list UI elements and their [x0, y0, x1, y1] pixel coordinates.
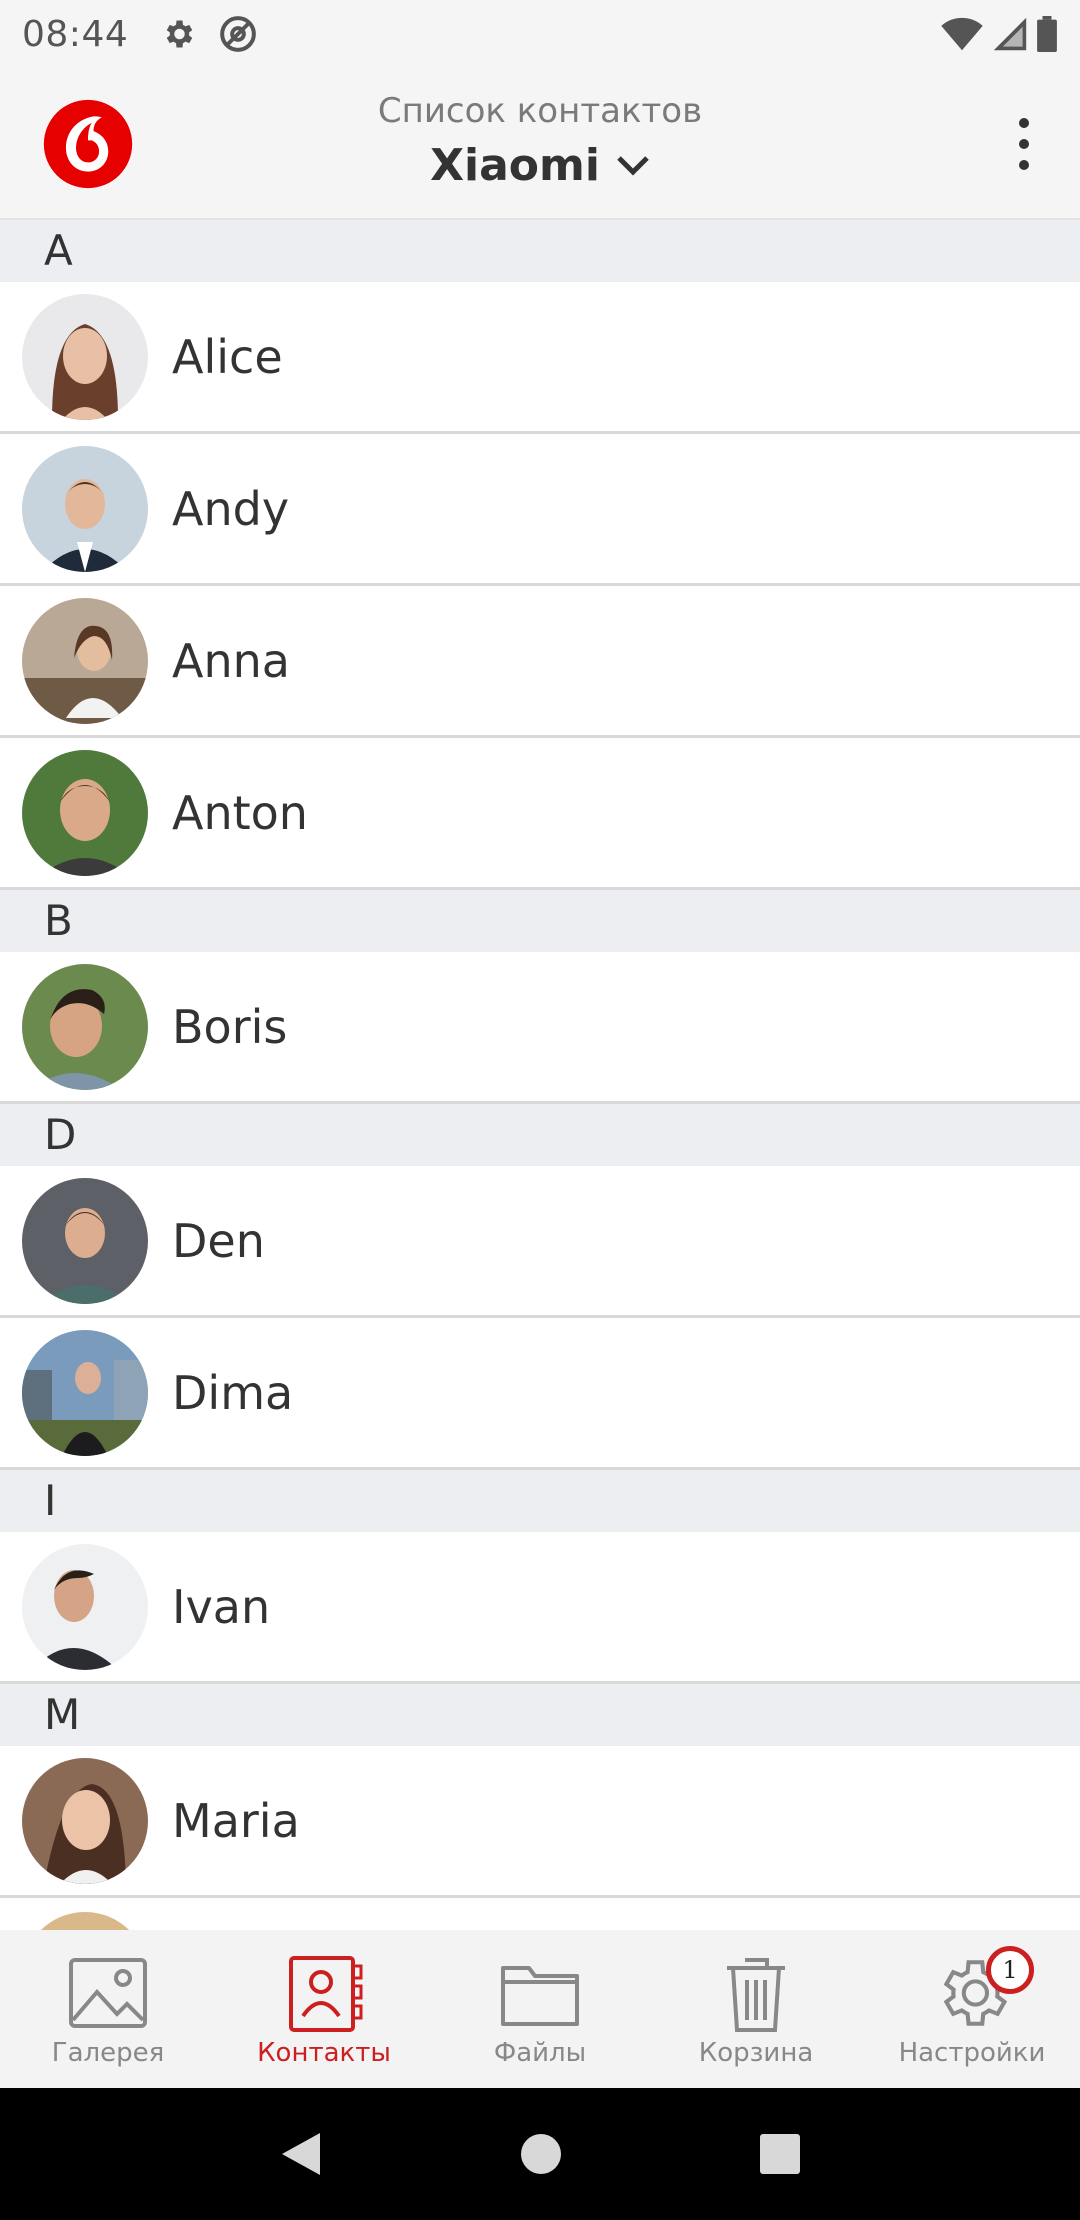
app-bar: Список контактов Xiaomi	[0, 68, 1080, 220]
recents-icon[interactable]	[758, 2132, 802, 2176]
section-header: I	[0, 1470, 1080, 1532]
avatar	[22, 1329, 148, 1456]
nav-label: Настройки	[898, 2038, 1046, 2068]
contact-row-partial[interactable]	[0, 1898, 1080, 1930]
avatar	[22, 963, 148, 1090]
signal-icon	[993, 17, 1027, 51]
section-header: A	[0, 220, 1080, 282]
section-header: B	[0, 890, 1080, 952]
home-icon[interactable]	[519, 2132, 563, 2176]
nav-trash[interactable]: Корзина	[648, 1930, 864, 2088]
avatar	[22, 749, 148, 876]
system-navigation-bar	[0, 2088, 1080, 2220]
avatar	[22, 1757, 148, 1884]
contact-name: Boris	[172, 999, 288, 1054]
gallery-icon	[69, 1958, 147, 2028]
contact-row[interactable]: Alice	[0, 282, 1080, 434]
avatar	[22, 597, 148, 724]
folder-icon	[501, 1966, 579, 2026]
nav-label: Корзина	[698, 2038, 814, 2068]
section-header: D	[0, 1104, 1080, 1166]
nav-contacts[interactable]: Контакты	[216, 1930, 432, 2088]
screen-subtitle: Список контактов	[377, 91, 703, 131]
nav-label: Файлы	[493, 2038, 587, 2068]
back-icon[interactable]	[278, 2129, 324, 2179]
notification-badge: 1	[986, 1946, 1034, 1994]
avatar	[22, 1543, 148, 1670]
contact-row[interactable]: Andy	[0, 434, 1080, 586]
section-header: M	[0, 1684, 1080, 1746]
menu-dot	[1019, 160, 1029, 170]
contact-row[interactable]: Maria	[0, 1746, 1080, 1898]
status-time: 08:44	[22, 13, 129, 55]
avatar	[22, 293, 148, 420]
contact-row[interactable]: Anton	[0, 738, 1080, 890]
contact-name: Ivan	[172, 1579, 271, 1634]
avatar	[22, 445, 148, 572]
wifi-icon	[941, 17, 983, 51]
contact-name: Den	[172, 1213, 265, 1268]
contact-name: Anna	[172, 633, 290, 688]
contacts-icon	[289, 1956, 363, 2032]
avatar	[22, 1912, 148, 1930]
contact-row[interactable]: Boris	[0, 952, 1080, 1104]
nav-label: Контакты	[257, 2038, 391, 2068]
nav-settings[interactable]: 1 Настройки	[864, 1930, 1080, 2088]
settings-status-icon	[167, 20, 193, 48]
vodafone-logo	[43, 99, 133, 189]
nav-files[interactable]: Файлы	[432, 1930, 648, 2088]
contact-name: Anton	[172, 785, 308, 840]
device-name: Xiaomi	[430, 140, 600, 191]
at-sign-icon	[220, 16, 257, 52]
contacts-list[interactable]: A Alice Andy Anna Anton B Boris D Den Di…	[0, 220, 1080, 1930]
contact-name: Andy	[172, 481, 290, 536]
battery-icon	[1037, 16, 1057, 52]
menu-dot	[1019, 118, 1029, 128]
device-selector[interactable]: Xiaomi	[430, 140, 650, 191]
contacts-screen: 08:44 Список контактов Xiaomi A Alice An…	[0, 0, 1080, 2220]
title-block: Список контактов Xiaomi	[240, 88, 840, 191]
contact-row[interactable]: Anna	[0, 586, 1080, 738]
status-bar: 08:44	[0, 0, 1080, 68]
nav-label: Галерея	[51, 2038, 165, 2068]
contact-name: Alice	[172, 329, 283, 384]
overflow-menu-button[interactable]	[1008, 112, 1040, 176]
avatar	[22, 1177, 148, 1304]
nav-gallery[interactable]: Галерея	[0, 1930, 216, 2088]
menu-dot	[1019, 139, 1029, 149]
contact-row[interactable]: Ivan	[0, 1532, 1080, 1684]
contact-name: Maria	[172, 1793, 300, 1848]
contact-row[interactable]: Dima	[0, 1318, 1080, 1470]
contact-row[interactable]: Den	[0, 1166, 1080, 1318]
bottom-navigation: Галерея Контакты Файлы Корзина 1 Настрой…	[0, 1930, 1080, 2088]
trash-icon	[727, 1958, 785, 2032]
contact-name: Dima	[172, 1365, 294, 1420]
chevron-down-icon	[617, 155, 649, 176]
